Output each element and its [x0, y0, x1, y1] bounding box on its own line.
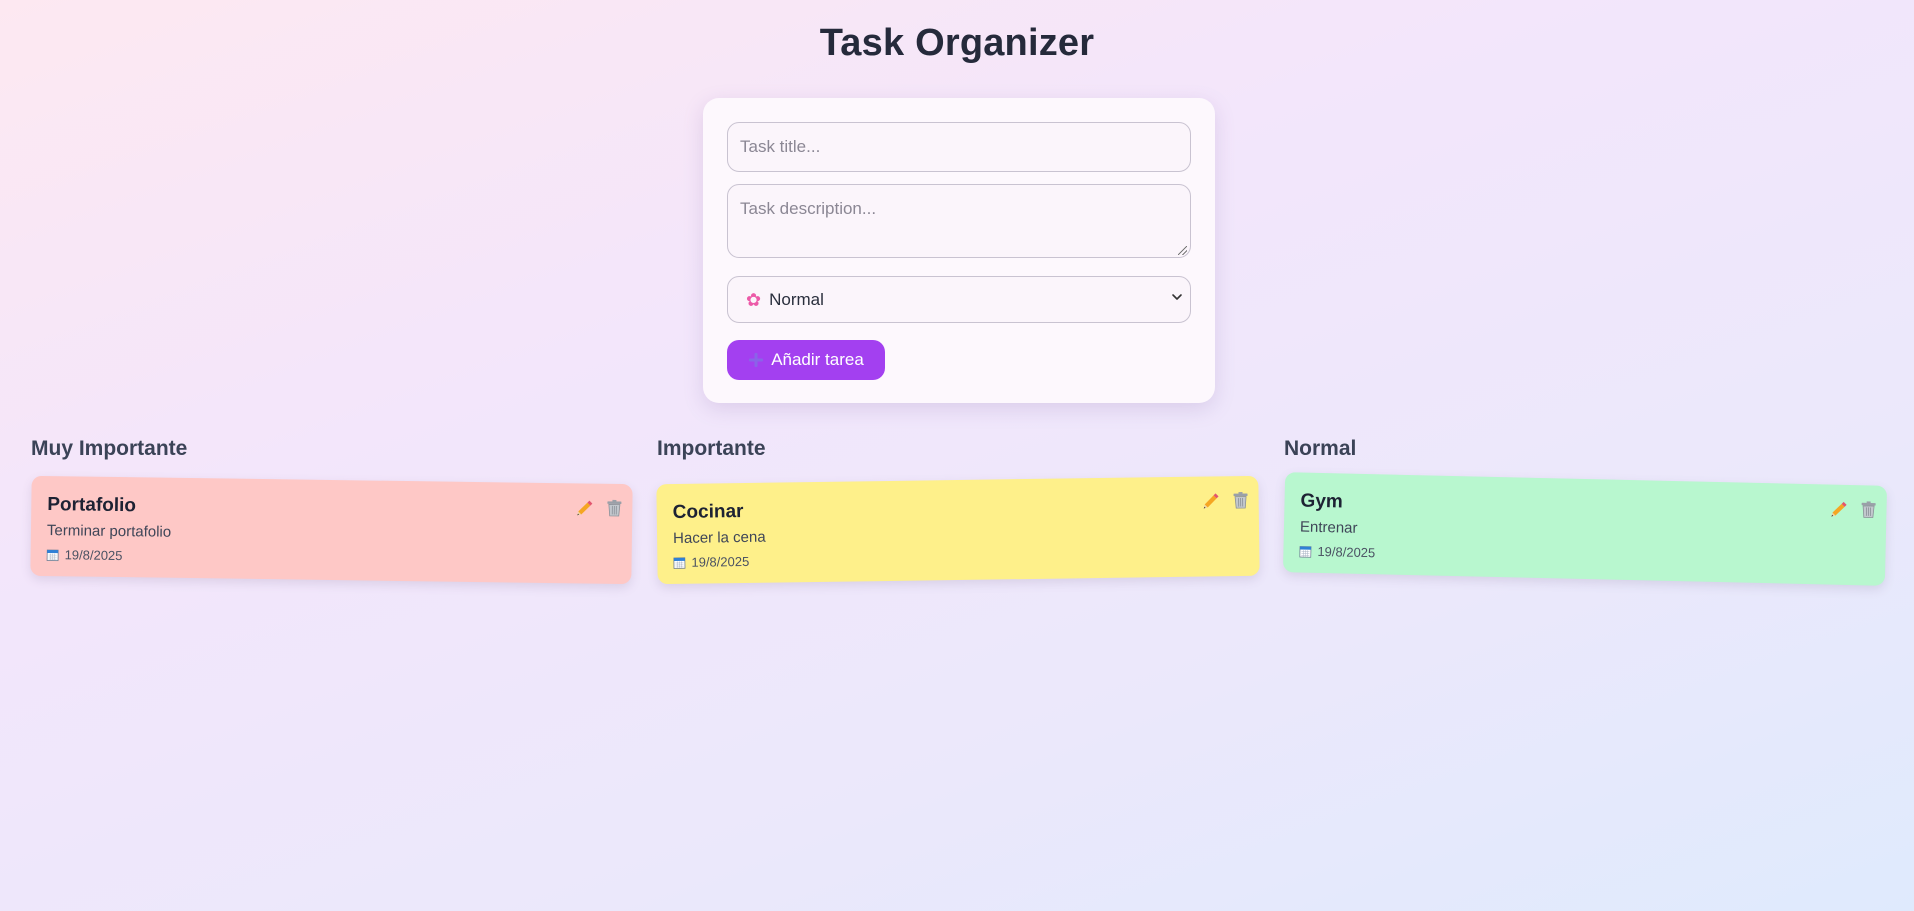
task-card[interactable]: Portafolio Terminar portafolio 19/8/2025 [30, 475, 633, 585]
pencil-edit-icon[interactable] [1828, 499, 1848, 519]
task-date-value: 19/8/2025 [1317, 543, 1376, 561]
calendar-icon [46, 549, 59, 561]
resize-handle-icon[interactable] [1178, 246, 1187, 255]
add-task-label: Añadir tarea [771, 350, 864, 369]
task-date-value: 19/8/2025 [64, 547, 123, 564]
task-date: 19/8/2025 [673, 554, 749, 570]
plus-icon [749, 353, 764, 367]
app-title: Task Organizer [819, 22, 1095, 64]
task-description: Entrenar [1299, 518, 1358, 537]
pencil-edit-icon[interactable] [574, 497, 594, 517]
task-title: Portafolio [47, 494, 137, 517]
task-description-wrapper [727, 184, 1191, 258]
priority-selected-value: Normal [769, 289, 824, 309]
task-title: Gym [1300, 490, 1344, 513]
pencil-edit-icon[interactable] [1200, 490, 1220, 510]
column-title-importante: Importante [657, 437, 766, 460]
card-actions [1828, 499, 1878, 520]
trash-icon[interactable] [604, 498, 624, 518]
trash-icon[interactable] [1230, 490, 1250, 510]
task-date: 19/8/2025 [46, 547, 123, 564]
task-description: Terminar portafolio [46, 522, 172, 541]
task-date: 19/8/2025 [1299, 543, 1376, 561]
task-card[interactable]: Gym Entrenar 19/8/2025 [1282, 472, 1888, 586]
column-title-normal: Normal [1284, 437, 1357, 460]
task-title: Cocinar [672, 500, 744, 523]
calendar-icon [1299, 545, 1312, 558]
priority-select[interactable]: ✿ Normal [727, 276, 1191, 323]
column-title-muy-importante: Muy Importante [31, 437, 188, 460]
card-actions [574, 497, 624, 518]
task-card[interactable]: Cocinar Hacer la cena 19/8/2025 [656, 475, 1260, 585]
task-description-input[interactable] [727, 184, 1191, 258]
task-description: Hacer la cena [672, 528, 766, 547]
chevron-down-icon [1172, 294, 1182, 300]
flower-icon: ✿ [746, 289, 762, 310]
calendar-icon [673, 556, 686, 569]
add-task-button[interactable]: Añadir tarea [727, 340, 885, 380]
trash-icon[interactable] [1858, 499, 1878, 519]
task-form: ✿ Normal Añadir tarea [703, 98, 1215, 403]
task-date-value: 19/8/2025 [691, 553, 750, 570]
task-title-input[interactable] [727, 122, 1191, 172]
card-actions [1200, 490, 1250, 511]
